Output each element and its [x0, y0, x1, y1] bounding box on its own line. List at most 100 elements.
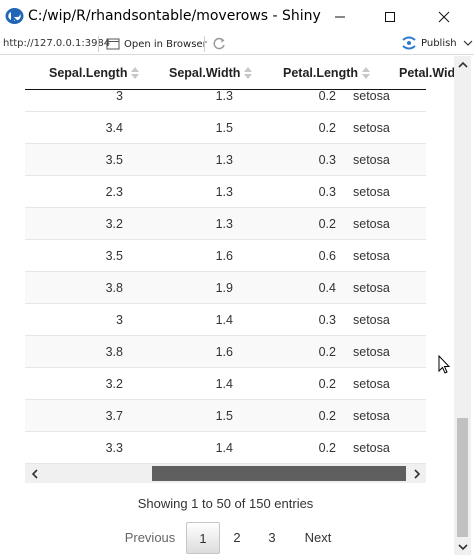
pagination: Previous 1 2 3 Next	[25, 522, 426, 554]
cell-species: setosa	[353, 281, 390, 295]
table-row: 3 1.4 0.3 setosa	[25, 304, 426, 336]
cell-species: setosa	[353, 345, 390, 359]
column-header-label: Petal.Wid	[399, 66, 454, 80]
publish-icon	[402, 36, 416, 50]
next-page-button[interactable]: Next	[298, 522, 338, 554]
cell-sepal-length: 3.4	[105, 121, 123, 135]
open-in-browser-button[interactable]: Open in Browser	[106, 36, 207, 52]
sort-icon	[131, 67, 140, 79]
cell-species: setosa	[353, 153, 390, 167]
cell-sepal-width: 1.9	[215, 281, 233, 295]
column-header-sepal-width[interactable]: Sepal.Width	[169, 66, 253, 80]
cell-petal-length: 0.6	[318, 249, 336, 263]
cell-sepal-width: 1.6	[215, 249, 233, 263]
cell-petal-length: 0.4	[318, 281, 336, 295]
horizontal-scroll-thumb[interactable]	[152, 466, 406, 481]
cell-species: setosa	[353, 89, 390, 103]
cell-petal-length: 0.2	[318, 89, 336, 103]
scroll-down-button[interactable]	[454, 538, 471, 555]
vertical-scrollbar[interactable]	[454, 56, 471, 555]
column-header-label: Sepal.Length	[49, 66, 128, 80]
cell-petal-length: 0.3	[318, 185, 336, 199]
cell-species: setosa	[353, 185, 390, 199]
cell-petal-length: 0.2	[318, 121, 336, 135]
r-logo-icon	[5, 8, 24, 24]
table-row: 2.3 1.3 0.3 setosa	[25, 176, 426, 208]
cell-species: setosa	[353, 249, 390, 263]
column-header-label: Sepal.Width	[169, 66, 241, 80]
maximize-icon	[385, 11, 395, 22]
chevron-down-icon	[457, 543, 468, 550]
cell-sepal-width: 1.4	[215, 313, 233, 327]
cell-petal-length: 0.2	[318, 217, 336, 231]
window-title-bar: C:/wip/R/rhandsontable/moverows - Shiny	[0, 0, 474, 33]
browser-window-icon	[106, 38, 120, 50]
page-button-1[interactable]: 1	[186, 522, 220, 554]
publish-label: Publish	[421, 37, 457, 49]
cell-sepal-length: 3	[116, 313, 123, 327]
cell-sepal-length: 3.8	[105, 281, 123, 295]
sort-icon	[362, 67, 371, 79]
cell-petal-length: 0.2	[318, 441, 336, 455]
table-row: 3.2 1.4 0.2 setosa	[25, 368, 426, 400]
sort-icon	[244, 67, 253, 79]
cell-sepal-length: 3.2	[105, 217, 123, 231]
minimize-icon	[335, 16, 345, 17]
cell-sepal-width: 1.6	[215, 345, 233, 359]
cell-sepal-length: 3.3	[105, 441, 123, 455]
table-row: 3 1.3 0.2 setosa	[25, 80, 426, 112]
cell-petal-length: 0.3	[318, 153, 336, 167]
table-row: 3.7 1.5 0.2 setosa	[25, 400, 426, 432]
chevron-left-icon	[31, 468, 38, 479]
cell-species: setosa	[353, 121, 390, 135]
cell-species: setosa	[353, 441, 390, 455]
chevron-down-icon	[463, 40, 473, 46]
horizontal-scrollbar[interactable]	[25, 464, 426, 483]
cell-sepal-length: 3.2	[105, 377, 123, 391]
vertical-scroll-thumb[interactable]	[457, 418, 468, 537]
cell-sepal-width: 1.4	[215, 441, 233, 455]
scroll-left-button[interactable]	[25, 464, 44, 483]
app-content: Sepal.Length Sepal.Width Petal.Length Pe…	[0, 56, 454, 555]
table-row: 3.3 1.4 0.2 setosa	[25, 432, 426, 464]
cell-petal-length: 0.3	[318, 313, 336, 327]
refresh-icon[interactable]	[211, 36, 227, 52]
cell-sepal-length: 3.5	[105, 249, 123, 263]
cell-sepal-width: 1.5	[215, 121, 233, 135]
toolbar-divider	[204, 36, 205, 52]
cell-species: setosa	[353, 409, 390, 423]
table-row: 3.5 1.3 0.3 setosa	[25, 144, 426, 176]
close-button[interactable]	[424, 0, 464, 33]
column-header-sepal-length[interactable]: Sepal.Length	[49, 66, 140, 80]
cell-sepal-length: 3.5	[105, 153, 123, 167]
publish-button[interactable]: Publish	[401, 36, 473, 50]
cell-sepal-length: 3.7	[105, 409, 123, 423]
cell-sepal-width: 1.4	[215, 377, 233, 391]
cell-species: setosa	[353, 313, 390, 327]
scroll-right-button[interactable]	[407, 464, 426, 483]
column-header-label: Petal.Length	[283, 66, 359, 80]
cell-sepal-width: 1.5	[215, 409, 233, 423]
cell-sepal-width: 1.3	[215, 185, 233, 199]
close-icon	[438, 11, 450, 22]
column-header-petal-width[interactable]: Petal.Wid	[399, 66, 454, 80]
previous-page-button[interactable]: Previous	[115, 522, 185, 554]
mouse-cursor-icon	[438, 355, 451, 374]
cell-sepal-width: 1.3	[215, 153, 233, 167]
table-row: 3.8 1.9 0.4 setosa	[25, 272, 426, 304]
minimize-button[interactable]	[320, 0, 360, 33]
cell-sepal-width: 1.3	[215, 217, 233, 231]
maximize-button[interactable]	[370, 0, 410, 33]
toolbar-divider	[98, 36, 99, 52]
cell-sepal-width: 1.3	[215, 89, 233, 103]
scroll-up-button[interactable]	[454, 56, 471, 73]
table-row: 3.2 1.3 0.2 setosa	[25, 208, 426, 240]
url-display: http://127.0.0.1:3984	[3, 38, 111, 49]
column-header-petal-length[interactable]: Petal.Length	[283, 66, 371, 80]
cell-sepal-length: 3	[116, 89, 123, 103]
cell-petal-length: 0.2	[318, 409, 336, 423]
chevron-up-icon	[457, 61, 468, 68]
page-button-2[interactable]: 2	[225, 522, 249, 554]
table-info: Showing 1 to 50 of 150 entries	[137, 496, 314, 511]
page-button-3[interactable]: 3	[260, 522, 284, 554]
